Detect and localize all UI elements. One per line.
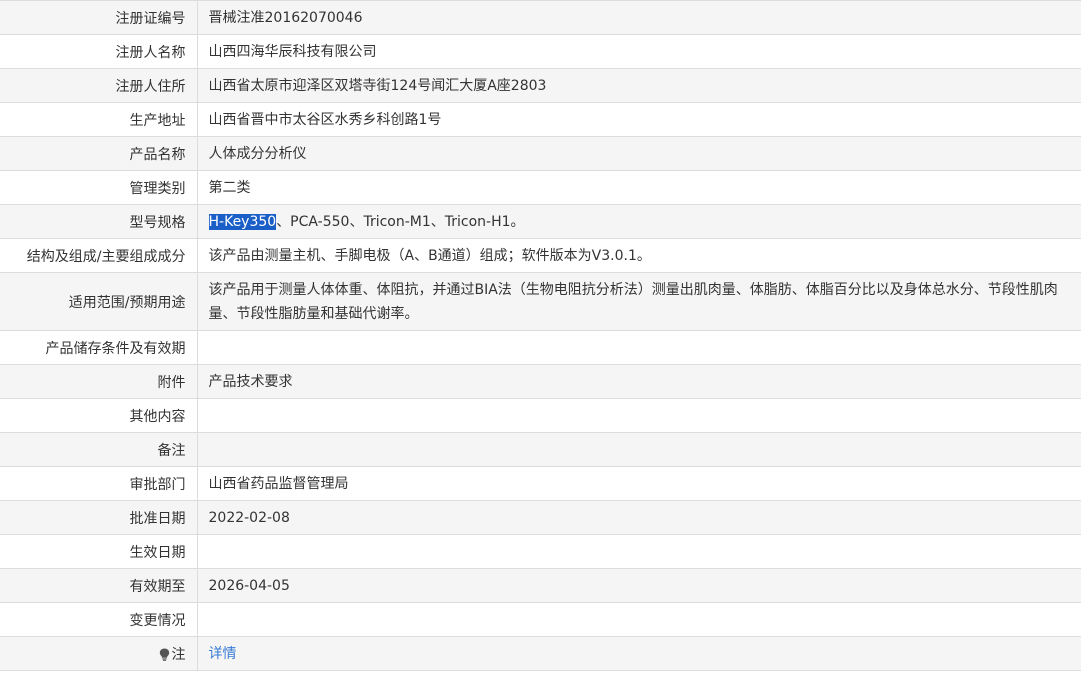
row-label: 变更情况 xyxy=(0,602,198,637)
model-list-text: 、PCA-550、Tricon-M1、Tricon-H1。 xyxy=(276,213,525,230)
row-label: 生产地址 xyxy=(0,102,198,137)
row-effective-date: 生效日期 xyxy=(0,534,1081,569)
note-label: 注 xyxy=(171,646,186,663)
row-value: 产品技术要求 xyxy=(197,364,1081,399)
row-intended-use: 适用范围/预期用途 该产品用于测量人体体重、体阻抗，并通过BIA法（生物电阻抗分… xyxy=(0,272,1081,331)
row-other-content: 其他内容 xyxy=(0,398,1081,433)
row-registrant-address: 注册人住所 山西省太原市迎泽区双塔寺街124号闻汇大厦A座2803 xyxy=(0,68,1081,103)
row-label: 批准日期 xyxy=(0,500,198,535)
row-label: 有效期至 xyxy=(0,568,198,603)
row-attachment: 附件 产品技术要求 xyxy=(0,364,1081,399)
row-management-category: 管理类别 第二类 xyxy=(0,170,1081,205)
row-storage-conditions: 产品储存条件及有效期 xyxy=(0,330,1081,365)
row-valid-until: 有效期至 2026-04-05 xyxy=(0,568,1081,603)
row-value: 第二类 xyxy=(197,170,1081,205)
row-registration-number: 注册证编号 晋械注准20162070046 xyxy=(0,0,1081,35)
row-change-status: 变更情况 xyxy=(0,602,1081,637)
row-approval-department: 审批部门 山西省药品监督管理局 xyxy=(0,466,1081,501)
row-structure-composition: 结构及组成/主要组成成分 该产品由测量主机、手脚电极（A、B通道）组成；软件版本… xyxy=(0,238,1081,273)
row-label: 结构及组成/主要组成成分 xyxy=(0,238,198,273)
row-value: 山西省药品监督管理局 xyxy=(197,466,1081,501)
row-label: 产品名称 xyxy=(0,136,198,171)
row-production-address: 生产地址 山西省晋中市太谷区水秀乡科创路1号 xyxy=(0,102,1081,137)
row-value: 山西四海华辰科技有限公司 xyxy=(197,34,1081,69)
row-value xyxy=(197,330,1081,365)
row-value xyxy=(197,398,1081,433)
row-label: 注册人名称 xyxy=(0,34,198,69)
row-label: 备注 xyxy=(0,432,198,467)
row-value: 2022-02-08 xyxy=(197,500,1081,535)
row-note: 注 详情 xyxy=(0,636,1081,671)
row-label: 生效日期 xyxy=(0,534,198,569)
row-value: 2026-04-05 xyxy=(197,568,1081,603)
details-link[interactable]: 详情 xyxy=(209,646,237,662)
row-value: 详情 xyxy=(197,636,1081,671)
row-value xyxy=(197,432,1081,467)
row-label: 注册证编号 xyxy=(0,0,198,35)
row-label: 产品储存条件及有效期 xyxy=(0,330,198,365)
selected-text[interactable]: H-Key350 xyxy=(208,213,277,230)
row-label: 注 xyxy=(0,636,198,671)
row-product-name: 产品名称 人体成分分析仪 xyxy=(0,136,1081,171)
row-value: 山西省晋中市太谷区水秀乡科创路1号 xyxy=(197,102,1081,137)
row-label: 审批部门 xyxy=(0,466,198,501)
row-value: 人体成分分析仪 xyxy=(197,136,1081,171)
row-value xyxy=(197,602,1081,637)
row-value: 该产品由测量主机、手脚电极（A、B通道）组成；软件版本为V3.0.1。 xyxy=(197,238,1081,273)
row-label: 管理类别 xyxy=(0,170,198,205)
row-approval-date: 批准日期 2022-02-08 xyxy=(0,500,1081,535)
row-value: H-Key350、PCA-550、Tricon-M1、Tricon-H1。 xyxy=(197,204,1081,239)
row-label: 注册人住所 xyxy=(0,68,198,103)
row-value: 晋械注准20162070046 xyxy=(197,0,1081,35)
row-label: 适用范围/预期用途 xyxy=(0,272,198,331)
row-model-specification: 型号规格 H-Key350、PCA-550、Tricon-M1、Tricon-H… xyxy=(0,204,1081,239)
lightbulb-icon xyxy=(159,648,170,661)
row-remarks: 备注 xyxy=(0,432,1081,467)
row-value: 山西省太原市迎泽区双塔寺街124号闻汇大厦A座2803 xyxy=(197,68,1081,103)
row-registrant-name: 注册人名称 山西四海华辰科技有限公司 xyxy=(0,34,1081,69)
row-label: 其他内容 xyxy=(0,398,198,433)
row-value: 该产品用于测量人体体重、体阻抗，并通过BIA法（生物电阻抗分析法）测量出肌肉量、… xyxy=(197,272,1081,331)
row-label: 附件 xyxy=(0,364,198,399)
registration-detail-table: 注册证编号 晋械注准20162070046 注册人名称 山西四海华辰科技有限公司… xyxy=(0,0,1081,671)
row-value xyxy=(197,534,1081,569)
row-label: 型号规格 xyxy=(0,204,198,239)
